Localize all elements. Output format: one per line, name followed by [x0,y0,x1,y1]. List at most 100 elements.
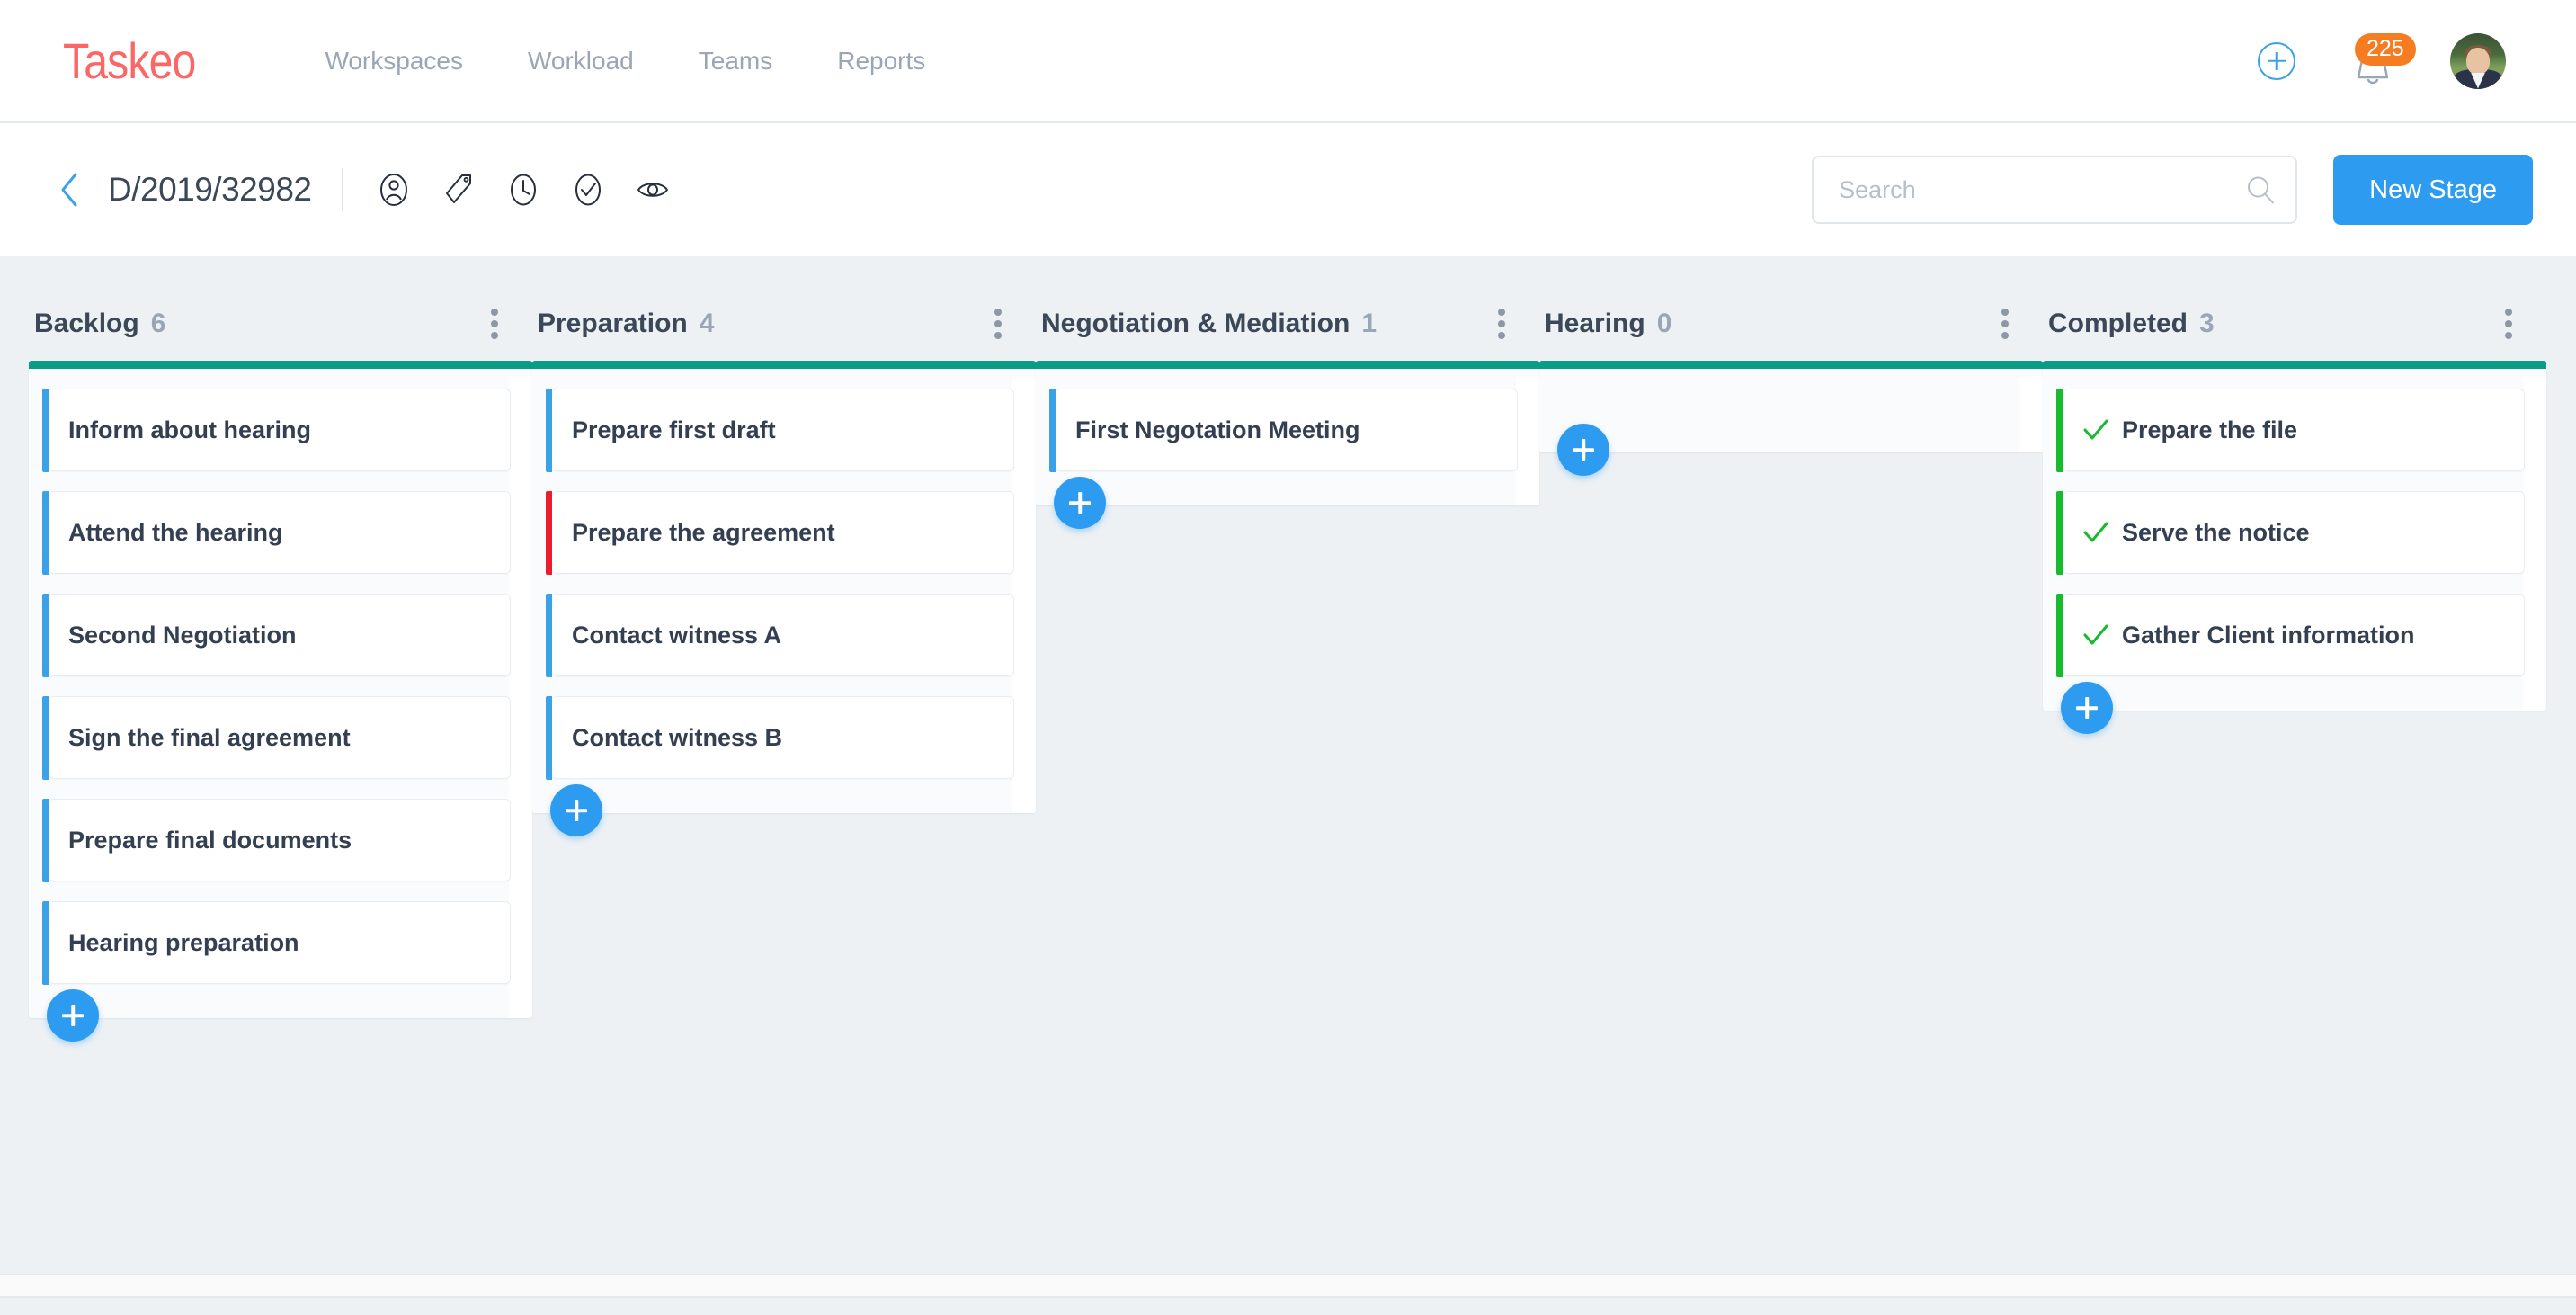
nav-item-reports[interactable]: Reports [837,47,925,76]
notification-count-badge: 225 [2355,32,2416,67]
card-priority-strip [42,490,49,575]
user-circle-icon [380,174,408,206]
task-card[interactable]: Hearing preparation [42,900,511,985]
search-box[interactable] [1812,156,2298,224]
column-body: Inform about hearing Attend the hearing … [29,361,532,1018]
page-title: D/2019/32982 [108,171,312,208]
add-task-button[interactable] [550,784,602,836]
avatar[interactable] [2450,32,2506,89]
column-body-wrapper [1539,361,2043,476]
user-circle-icon-button[interactable] [376,172,412,208]
column-header: Completed 3 [2043,296,2546,352]
card-priority-strip [546,593,552,677]
column-scrollbar[interactable] [2523,377,2546,711]
more-vertical-icon[interactable] [2498,303,2519,344]
card-priority-strip [546,388,552,472]
more-vertical-icon[interactable] [987,303,1009,344]
more-vertical-icon[interactable] [1994,303,2016,344]
check-circle-icon [575,174,602,206]
add-task-button[interactable] [1557,424,1609,476]
task-card-title: Prepare the file [2122,416,2298,443]
task-card-title: Serve the notice [2122,518,2310,546]
task-card-title: Inform about hearing [68,416,311,443]
plus-circle-icon[interactable] [2258,41,2295,80]
horizontal-scrollbar[interactable] [0,1274,2576,1298]
column-scrollbar[interactable] [2019,377,2043,452]
check-circle-icon-button[interactable] [570,172,606,208]
kanban-columns: Backlog 6 Inform about hearing Attend th… [0,296,2576,1042]
task-card-title: Attend the hearing [68,518,283,546]
column-task-count: 3 [2199,309,2215,338]
add-task-button[interactable] [2061,682,2113,734]
task-complete-check-icon [2082,521,2109,544]
tag-icon-button[interactable] [441,172,477,208]
top-bar-actions: 225 [2258,32,2533,89]
task-card-list: Prepare first draft Prepare the agreemen… [546,388,1014,780]
back-button[interactable] [54,173,85,207]
task-card[interactable]: Gather Client information [2056,593,2525,677]
task-card[interactable]: First Negotation Meeting [1049,388,1518,472]
column-body: First Negotation Meeting [1036,361,1539,505]
app-logo[interactable]: Taskeo [63,31,196,90]
toolbar-divider [342,168,344,211]
column-title: Completed [2048,309,2188,338]
clock-icon [511,174,537,206]
task-card[interactable]: Contact witness B [546,695,1014,780]
kanban-board: Backlog 6 Inform about hearing Attend th… [0,256,2576,1315]
add-task-button[interactable] [1054,477,1106,529]
card-priority-strip [2056,388,2063,472]
notifications-button[interactable]: 225 [2349,32,2416,85]
nav-item-teams[interactable]: Teams [699,47,772,76]
task-card-title: Gather Client information [2122,621,2415,649]
task-card[interactable]: Serve the notice [2056,490,2525,575]
toolbar-icons [376,172,671,208]
card-priority-strip [2056,490,2063,575]
column-body [1539,361,2043,452]
task-card-list: First Negotation Meeting [1049,388,1518,472]
nav-item-workspaces[interactable]: Workspaces [325,47,463,76]
task-card[interactable]: Contact witness A [546,593,1014,677]
nav-item-workload[interactable]: Workload [528,47,634,76]
task-card-list: Prepare the file Serve the notice Gather… [2056,388,2525,677]
task-card-title: Contact witness A [572,621,782,649]
column-header: Hearing 0 [1539,296,2043,352]
task-card[interactable]: Prepare final documents [42,798,511,882]
task-card[interactable]: Sign the final agreement [42,695,511,780]
eye-icon-button[interactable] [635,172,671,208]
column-header: Backlog 6 [29,296,532,352]
column-body-wrapper: Prepare the file Serve the notice Gather… [2043,361,2546,734]
column-scrollbar[interactable] [1516,377,1539,505]
search-input[interactable] [1839,175,2246,204]
task-card-title: Prepare final documents [68,826,352,854]
kanban-column: Completed 3 Prepare the file Serve the n… [2043,296,2546,734]
column-body: Prepare first draft Prepare the agreemen… [532,361,1036,813]
more-vertical-icon[interactable] [484,303,505,344]
page-toolbar: D/2019/32982 Search New Stage [0,123,2576,256]
search-icon[interactable] [2245,174,2276,205]
task-card[interactable]: Second Negotiation [42,593,511,677]
task-card[interactable]: Prepare the file [2056,388,2525,472]
task-card[interactable]: Prepare the agreement [546,490,1014,575]
task-card-title: Second Negotiation [68,621,297,649]
column-body-wrapper: Prepare first draft Prepare the agreemen… [532,361,1036,836]
card-priority-strip [42,900,49,985]
card-priority-strip [42,798,49,882]
column-scrollbar[interactable] [509,377,532,1018]
chevron-left-icon [61,173,77,207]
task-card[interactable]: Inform about hearing [42,388,511,472]
column-task-count: 0 [1656,309,1672,338]
task-card[interactable]: Attend the hearing [42,490,511,575]
task-card[interactable]: Prepare first draft [546,388,1014,472]
column-body: Prepare the file Serve the notice Gather… [2043,361,2546,711]
main-nav: Workspaces Workload Teams Reports [325,47,925,76]
column-scrollbar[interactable] [1012,377,1036,813]
card-priority-strip [42,695,49,780]
new-stage-button[interactable]: New Stage [2333,155,2533,225]
task-card-title: Contact witness B [572,723,783,751]
card-priority-strip [1049,388,1056,472]
task-card-title: Hearing preparation [68,928,299,956]
clock-icon-button[interactable] [505,172,541,208]
kanban-column: Hearing 0 [1539,296,2043,476]
more-vertical-icon[interactable] [1491,303,1512,344]
add-task-button[interactable] [47,989,99,1042]
